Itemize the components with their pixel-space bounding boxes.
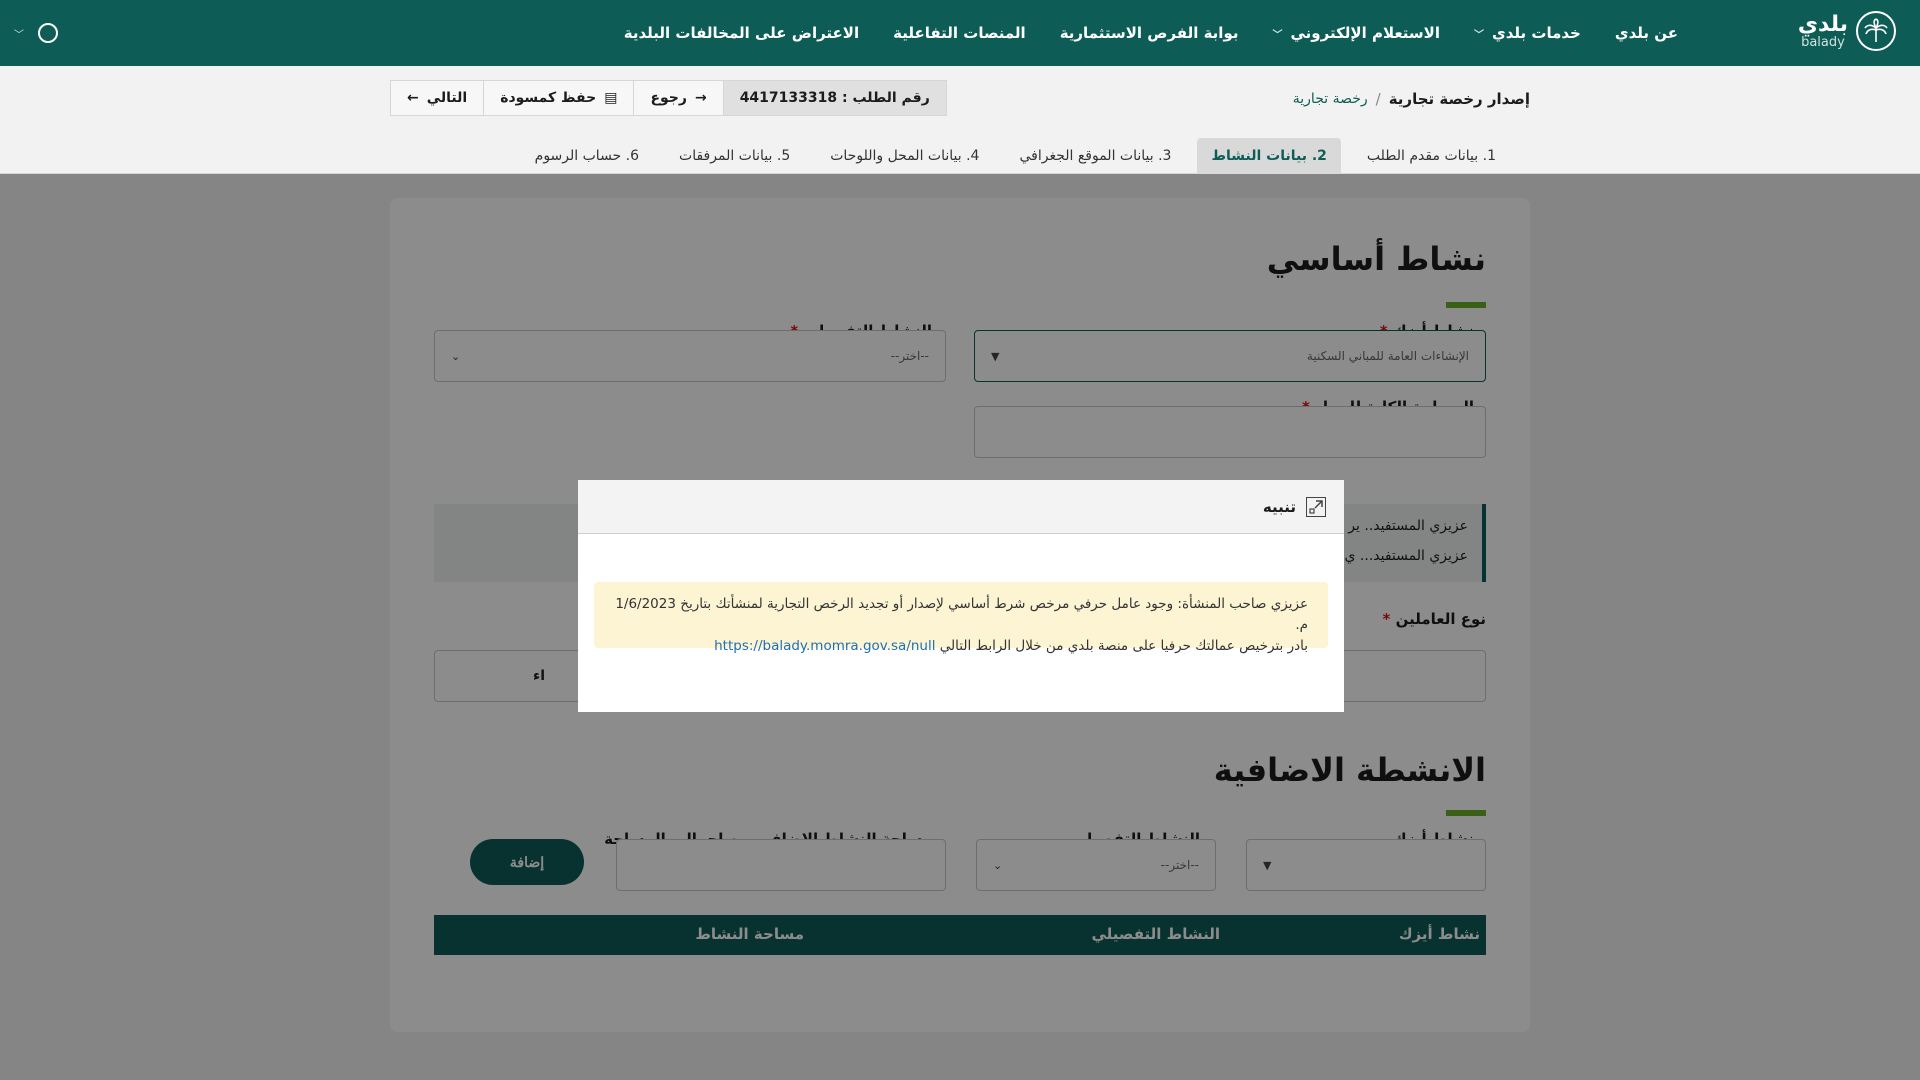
dialog-header: تنبيه <box>578 480 1344 534</box>
next-button[interactable]: التالي ← <box>391 81 483 115</box>
document-icon: ▤ <box>604 90 618 106</box>
expand-icon[interactable] <box>1306 496 1326 517</box>
step-activity[interactable]: 2. بيانات النشاط <box>1197 138 1341 174</box>
request-number: رقم الطلب : 4417133318 <box>722 81 946 115</box>
nav-item-services[interactable]: خدمات بلدي ﹀ <box>1474 24 1581 42</box>
nav-item-platforms[interactable]: المنصات التفاعلية <box>893 24 1026 42</box>
arrow-right-icon: → <box>694 90 707 106</box>
breadcrumb-link[interactable]: رخصة تجارية <box>1293 91 1368 107</box>
step-applicant[interactable]: 1. بيانات مقدم الطلب <box>1353 138 1510 174</box>
craft-worker-alert: عزيزي صاحب المنشأة: وجود عامل حرفي مرخص … <box>594 582 1328 654</box>
logo-arabic-text: بلدي <box>1797 11 1848 37</box>
logo-english-text: balady <box>1801 34 1845 50</box>
chevron-down-icon: ﹀ <box>1272 29 1283 41</box>
chevron-down-icon[interactable]: ﹀ <box>14 26 24 41</box>
back-button[interactable]: → رجوع <box>633 81 722 115</box>
balady-link[interactable]: https://balady.momra.gov.sa/null <box>714 638 935 654</box>
dialog-title: تنبيه <box>1262 497 1296 516</box>
breadcrumb-separator: / <box>1375 90 1381 108</box>
alert-line-1: عزيزي صاحب المنشأة: وجود عامل حرفي مرخص … <box>615 596 1308 633</box>
alert-dialog: تنبيه عزيزي صاحب المنشأة: وجود عامل حرفي… <box>578 480 1344 712</box>
step-attachments[interactable]: 5. بيانات المرفقات <box>665 138 804 174</box>
save-draft-button[interactable]: ▤ حفظ كمسودة <box>483 81 633 115</box>
nav-item-objection[interactable]: الاعتراض على المخالفات البلدية <box>624 24 859 42</box>
page-header: إصدار رخصة تجارية / رخصة تجارية رقم الطل… <box>0 66 1920 174</box>
breadcrumb: إصدار رخصة تجارية / رخصة تجارية <box>1293 90 1530 108</box>
top-navbar: بلدي balady عن بلدي خدمات بلدي ﹀ الاستعلا… <box>0 0 1920 66</box>
balady-logo[interactable]: بلدي balady <box>1798 11 1896 51</box>
wizard-steps: 1. بيانات مقدم الطلب 2. بيانات النشاط 3.… <box>521 132 1510 174</box>
nav-item-about[interactable]: عن بلدي <box>1615 24 1678 42</box>
step-fees[interactable]: 6. حساب الرسوم <box>521 138 653 174</box>
step-location[interactable]: 3. بيانات الموقع الجغرافي <box>1005 138 1185 174</box>
arrow-left-icon: ← <box>407 90 419 106</box>
main-menu: عن بلدي خدمات بلدي ﹀ الاستعلام الإلكتروني… <box>624 0 1678 66</box>
palm-logo-icon <box>1856 11 1896 51</box>
breadcrumb-current: إصدار رخصة تجارية <box>1388 90 1530 108</box>
chevron-down-icon: ﹀ <box>1474 29 1484 41</box>
nav-item-inquiry[interactable]: الاستعلام الإلكتروني ﹀ <box>1272 24 1440 42</box>
step-shop-signs[interactable]: 4. بيانات المحل واللوحات <box>816 138 993 174</box>
action-toolbar: رقم الطلب : 4417133318 → رجوع ▤ حفظ كمسودة… <box>390 80 947 116</box>
alert-line-2: بادر بترخيص عمالتك حرفيا على منصة بلدي م… <box>939 638 1308 654</box>
language-globe-icon[interactable] <box>38 23 58 43</box>
nav-item-investment[interactable]: بوابة الفرص الاستثمارية <box>1060 24 1239 42</box>
